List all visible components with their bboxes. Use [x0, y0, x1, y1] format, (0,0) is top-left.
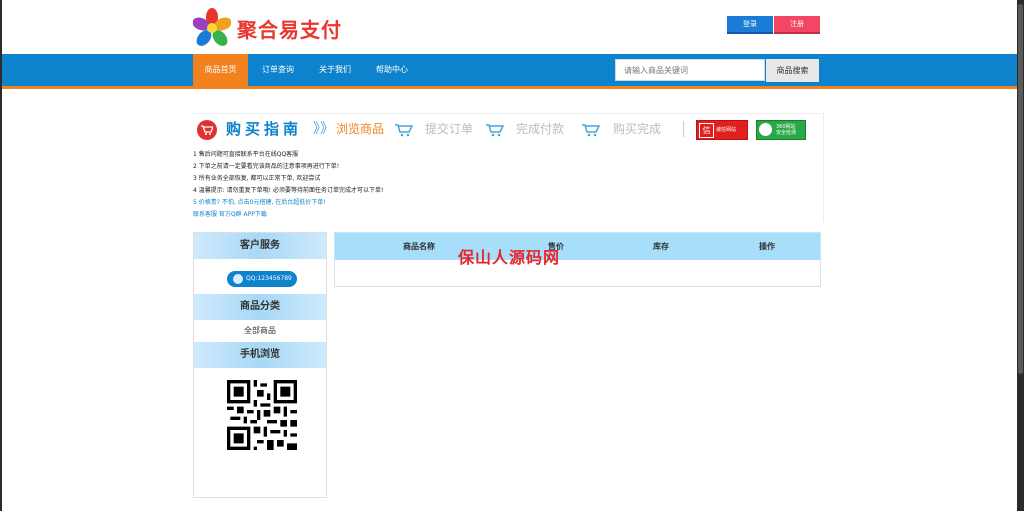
nav-item-order-query[interactable]: 订单查询	[252, 54, 304, 86]
column-header-action: 操作	[759, 242, 775, 251]
purchase-guide: 购买指南 》》 浏览商品 提交订单 完成付款 购买完成 信 诚信网站 360网站…	[193, 113, 824, 222]
step-submit-order: 提交订单	[425, 122, 474, 136]
sidebar: 客户服务 QQ:123456789 商品分类 全部商品 手机浏览	[193, 232, 327, 498]
step-purchase-complete: 购买完成	[613, 122, 662, 136]
step-complete-payment: 完成付款	[516, 122, 565, 136]
contact-links[interactable]: 联系客服 官方Q群 APP下载	[193, 209, 267, 218]
cart-icon	[582, 124, 600, 137]
cart-icon	[486, 124, 504, 137]
divider	[683, 121, 684, 137]
trusted-site-badge[interactable]: 信 诚信网站	[696, 120, 748, 140]
notice-line: 2 下单之前请一定要看完该商品的注意事项再进行下单!	[193, 163, 340, 170]
notice-line: 3 所有业务全部恢复, 都可以正常下单, 欢迎尝试	[193, 175, 321, 182]
sidebar-heading-category: 商品分类	[194, 294, 326, 320]
nav-item-help[interactable]: 帮助中心	[366, 54, 418, 86]
watermark-text: 保山人源码网	[458, 248, 561, 267]
login-button[interactable]: 登录	[727, 16, 773, 34]
logo-text: 聚合易支付	[237, 17, 342, 42]
qq-icon	[233, 274, 243, 284]
search-button[interactable]: 商品搜索	[766, 59, 819, 82]
category-item-all[interactable]: 全部商品	[194, 325, 326, 336]
main-nav-bar	[2, 54, 1017, 86]
scrollbar-thumb[interactable]	[1018, 4, 1023, 374]
product-table: 商品名称 售价 库存 操作	[334, 232, 821, 287]
shopping-cart-badge-icon	[197, 120, 217, 140]
guide-steps-row: 购买指南 》》 浏览商品 提交订单 完成付款 购买完成 信 诚信网站 360网站…	[193, 118, 823, 140]
window-scrollbar[interactable]	[1017, 0, 1024, 511]
step-browse: 浏览商品	[336, 122, 385, 136]
guide-arrows-icon: 》》	[313, 121, 334, 137]
register-button[interactable]: 注册	[774, 16, 820, 34]
table-header: 商品名称 售价 库存 操作	[335, 233, 820, 260]
nav-accent-line	[2, 86, 1017, 89]
nav-item-home[interactable]: 商品首页	[193, 54, 248, 86]
notice-line: 1 售后问题可直接联系平台在线QQ客服	[193, 151, 299, 158]
qr-code-icon	[227, 380, 297, 450]
flower-logo-icon	[193, 8, 231, 46]
guide-title: 购买指南	[226, 120, 303, 138]
column-header-stock: 库存	[653, 242, 669, 251]
trust-icon: 信	[699, 123, 714, 138]
notice-line: 4 温馨提示: 请勿重复下单哦! 必须要等待前面任务订单完成才可以下单!	[193, 187, 384, 194]
search-input[interactable]	[615, 59, 765, 81]
cart-icon	[395, 124, 413, 137]
site-logo[interactable]: 聚合易支付	[193, 8, 342, 48]
qq-contact-button[interactable]: QQ:123456789	[227, 271, 297, 287]
security-check-badge[interactable]: 360网站 安全检测	[756, 120, 806, 140]
sidebar-heading-mobile: 手机浏览	[194, 342, 326, 368]
notice-line-link[interactable]: 5 价格贵? 不怕, 点击0元搭建, 在后台超低价下单!	[193, 197, 326, 206]
column-header-name: 商品名称	[403, 242, 435, 251]
magnifier-icon	[759, 123, 772, 136]
sidebar-heading-service: 客户服务	[194, 233, 326, 259]
nav-item-about[interactable]: 关于我们	[309, 54, 361, 86]
